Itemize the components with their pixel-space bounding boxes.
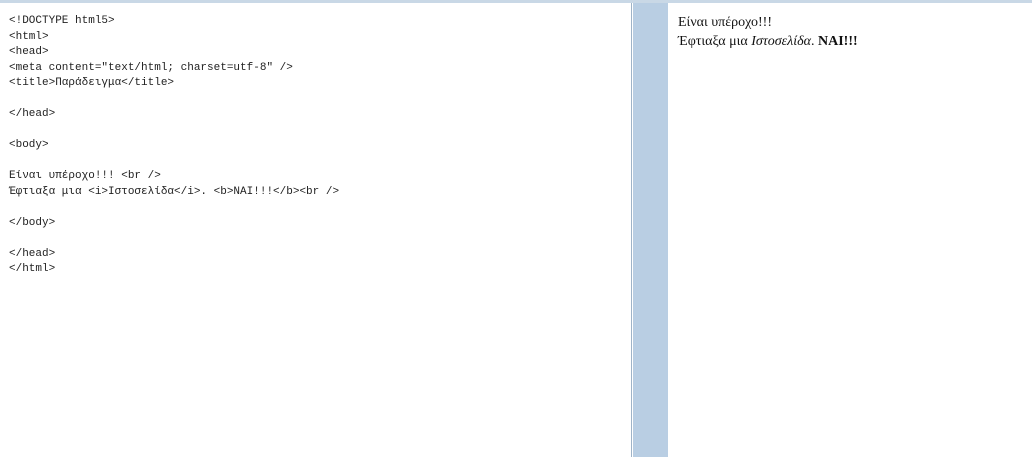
preview-line-2: Έφτιαξα μια Ιστοσελίδα. ΝΑΙ!!!	[678, 32, 1032, 51]
preview-pane: Είναι υπέροχο!!! Έφτιαξα μια Ιστοσελίδα.…	[668, 3, 1032, 457]
code-editor-pane[interactable]: <!DOCTYPE html5> <html> <head> <meta conten…	[0, 3, 632, 457]
code-line: <html>	[9, 30, 49, 43]
code-line: </body>	[9, 216, 56, 229]
rendered-preview: Είναι υπέροχο!!! Έφτιαξα μια Ιστοσελίδα.…	[668, 3, 1032, 51]
code-line: <body>	[9, 139, 49, 151]
code-line: </head>	[9, 247, 56, 260]
preview-bold-text: ΝΑΙ!!!	[818, 34, 858, 49]
html-editor-window: <!DOCTYPE html5> <html> <head> <meta conten…	[0, 0, 1032, 457]
preview-text: .	[811, 34, 818, 49]
code-line: <meta content="text/html; charset=utf-8"…	[9, 61, 293, 74]
code-line: <!DOCTYPE html5>	[9, 15, 115, 27]
preview-italic-text: Ιστοσελίδα	[751, 34, 811, 49]
code-editor[interactable]: <!DOCTYPE html5> <html> <head> <meta conten…	[0, 3, 631, 278]
code-line: <title>Παράδειγμα</title>	[9, 77, 175, 89]
code-line: </html>	[9, 263, 56, 275]
code-line: </head>	[9, 108, 56, 120]
pane-splitter[interactable]	[633, 3, 668, 457]
preview-line-1: Είναι υπέροχο!!!	[678, 15, 773, 30]
code-line: <head>	[9, 46, 49, 58]
preview-text: Έφτιαξα μια	[678, 34, 752, 49]
code-line: Έφτιαξα μια <i>Ιστοσελίδα</i>. <b>ΝΑΙ!!!…	[9, 185, 340, 198]
code-line: Είναι υπέροχο!!! <br />	[9, 170, 161, 182]
